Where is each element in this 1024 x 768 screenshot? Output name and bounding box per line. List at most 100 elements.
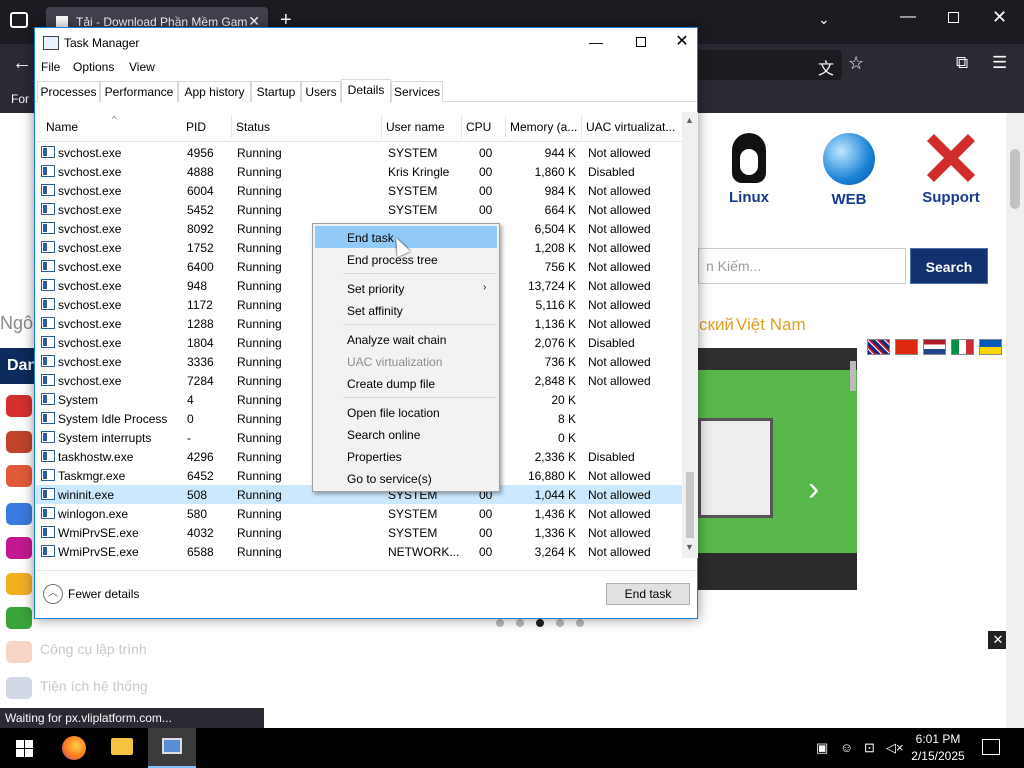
network-icon[interactable]: ⊡ <box>864 740 875 756</box>
slider-scrollbar[interactable] <box>850 361 856 391</box>
gamepad-icon[interactable] <box>6 607 32 629</box>
notification-icon[interactable] <box>982 739 1000 755</box>
tray-people-icon[interactable]: ☺ <box>840 740 853 755</box>
table-scrollbar[interactable]: ▲ ▼ <box>682 112 698 558</box>
tab-list-icon[interactable] <box>10 12 28 28</box>
chevron-up-icon[interactable]: ︿ <box>43 584 63 604</box>
column-header-cpu[interactable]: CPU <box>462 116 506 138</box>
chevron-right-icon[interactable]: › <box>808 470 819 509</box>
support-category-link[interactable]: Support <box>918 133 984 206</box>
menu-item-go-to-services[interactable]: Go to service(s) <box>315 467 497 489</box>
table-row[interactable]: svchost.exe 5452 Running SYSTEM 00 664 K Not a… <box>36 200 682 219</box>
firewall-icon[interactable] <box>6 431 32 453</box>
back-arrow-icon[interactable]: ← <box>12 52 32 75</box>
tray-app-icon[interactable]: ▣ <box>816 740 828 756</box>
tab-processes[interactable]: Processes <box>37 81 100 102</box>
start-button[interactable] <box>0 728 48 768</box>
column-header-user[interactable]: User name <box>382 116 462 138</box>
column-header-status[interactable]: Status <box>232 116 382 138</box>
slider-dot[interactable] <box>516 619 524 627</box>
table-row[interactable]: WmiPrvSE.exe 4032 Running SYSTEM 00 1,336 K No… <box>36 523 682 542</box>
site-search-input[interactable]: n Kiếm... <box>698 248 906 284</box>
tab-performance[interactable]: Performance <box>100 81 178 102</box>
process-cpu: 00 <box>479 146 493 160</box>
uk-flag-icon[interactable] <box>867 339 890 355</box>
page-scrollbar[interactable] <box>1006 113 1024 728</box>
menu-view[interactable]: View <box>129 60 155 74</box>
table-row[interactable]: WmiPrvSE.exe 6588 Running NETWORK... 00 3,264… <box>36 542 682 558</box>
system-clock[interactable]: 6:01 PM 2/15/2025 <box>906 731 970 765</box>
monitor-icon[interactable] <box>6 677 32 699</box>
bookmark-star-icon[interactable]: ☆ <box>848 53 864 74</box>
language-russian-link[interactable]: ский <box>699 315 734 335</box>
menu-item-create-dump-file[interactable]: Create dump file <box>315 372 497 394</box>
scroll-up-icon[interactable]: ▲ <box>685 115 694 125</box>
slider-dot-active[interactable] <box>536 619 544 627</box>
extensions-icon[interactable]: ⧉ <box>956 53 968 73</box>
italy-flag-icon[interactable] <box>951 339 974 355</box>
scroll-thumb[interactable] <box>686 472 694 538</box>
linux-category-link[interactable]: Linux <box>722 133 776 206</box>
column-header-uac[interactable]: UAC virtualizat... <box>582 116 682 138</box>
taskbar-task-manager[interactable] <box>148 728 196 768</box>
photo-icon[interactable] <box>6 465 32 487</box>
media-icon[interactable] <box>6 537 32 559</box>
rocket-icon[interactable] <box>6 503 32 525</box>
menu-item-properties[interactable]: Properties <box>315 445 497 467</box>
ukraine-flag-icon[interactable] <box>979 339 1002 355</box>
process-memory: 664 K <box>544 203 576 217</box>
language-vietnamese-link[interactable]: Việt Nam <box>736 315 806 335</box>
ad-close-icon[interactable]: ✕ <box>988 631 1008 649</box>
gear-icon[interactable] <box>6 641 32 663</box>
close-icon[interactable]: ✕ <box>992 7 1007 28</box>
slider-dot[interactable] <box>556 619 564 627</box>
process-cpu: 00 <box>479 545 493 558</box>
page-scroll-thumb[interactable] <box>1010 149 1020 209</box>
slider-dot[interactable] <box>576 619 584 627</box>
menu-item-set-priority[interactable]: Set priority › <box>315 277 497 299</box>
tab-details[interactable]: Details <box>341 79 391 103</box>
tab-users[interactable]: Users <box>301 81 341 102</box>
minimize-icon[interactable]: — <box>900 8 916 26</box>
taskbar-firefox[interactable] <box>50 728 98 768</box>
table-row[interactable]: svchost.exe 6004 Running SYSTEM 00 984 K Not a… <box>36 181 682 200</box>
restore-icon[interactable] <box>948 12 959 23</box>
taskbar-file-explorer[interactable] <box>98 728 146 768</box>
fewer-details-link[interactable]: Fewer details <box>68 587 139 601</box>
menu-options[interactable]: Options <box>73 60 114 74</box>
table-row[interactable]: winlogon.exe 580 Running SYSTEM 00 1,436 K Not… <box>36 504 682 523</box>
table-row[interactable]: svchost.exe 4956 Running SYSTEM 00 944 K Not a… <box>36 143 682 162</box>
close-button[interactable]: ✕ <box>665 28 699 56</box>
tab-startup[interactable]: Startup <box>251 81 301 102</box>
end-task-button[interactable]: End task <box>606 583 690 605</box>
translate-icon[interactable]: 文 <box>818 55 834 79</box>
antivirus-icon[interactable] <box>6 395 32 417</box>
menu-item-set-affinity[interactable]: Set affinity <box>315 299 497 321</box>
sidebar-item-utilities[interactable]: Tiện ích hệ thống <box>40 678 148 694</box>
bookmark-item[interactable]: For <box>11 92 29 106</box>
column-header-memory[interactable]: Memory (a... <box>506 116 582 138</box>
menu-item-open-file-location[interactable]: Open file location <box>315 401 497 423</box>
column-header-pid[interactable]: PID <box>182 116 232 138</box>
china-flag-icon[interactable] <box>895 339 918 355</box>
menu-item-search-online[interactable]: Search online <box>315 423 497 445</box>
site-search-button[interactable]: Search <box>910 248 988 284</box>
scroll-down-icon[interactable]: ▼ <box>685 542 694 552</box>
web-category-link[interactable]: WEB <box>820 133 878 208</box>
folder-icon[interactable] <box>6 573 32 595</box>
tab-services[interactable]: Services <box>391 81 443 102</box>
volume-muted-icon[interactable]: ◁× <box>886 740 904 756</box>
menu-item-analyze-wait-chain[interactable]: Analyze wait chain <box>315 328 497 350</box>
maximize-button[interactable] <box>619 28 665 56</box>
table-row[interactable]: svchost.exe 4888 Running Kris Kringle 00 1,86… <box>36 162 682 181</box>
tab-app-history[interactable]: App history <box>178 81 251 102</box>
featured-slider[interactable]: › <box>698 348 857 590</box>
sidebar-item-programming[interactable]: Công cụ lập trình <box>40 641 147 657</box>
menu-file[interactable]: File <box>41 60 60 74</box>
hamburger-menu-icon[interactable]: ☰ <box>992 53 1007 73</box>
slider-dot[interactable] <box>496 619 504 627</box>
minimize-button[interactable]: — <box>573 28 619 56</box>
netherlands-flag-icon[interactable] <box>923 339 946 355</box>
column-header-name[interactable]: ^ Name <box>42 114 182 138</box>
chevron-down-icon[interactable]: ⌄ <box>818 11 830 28</box>
